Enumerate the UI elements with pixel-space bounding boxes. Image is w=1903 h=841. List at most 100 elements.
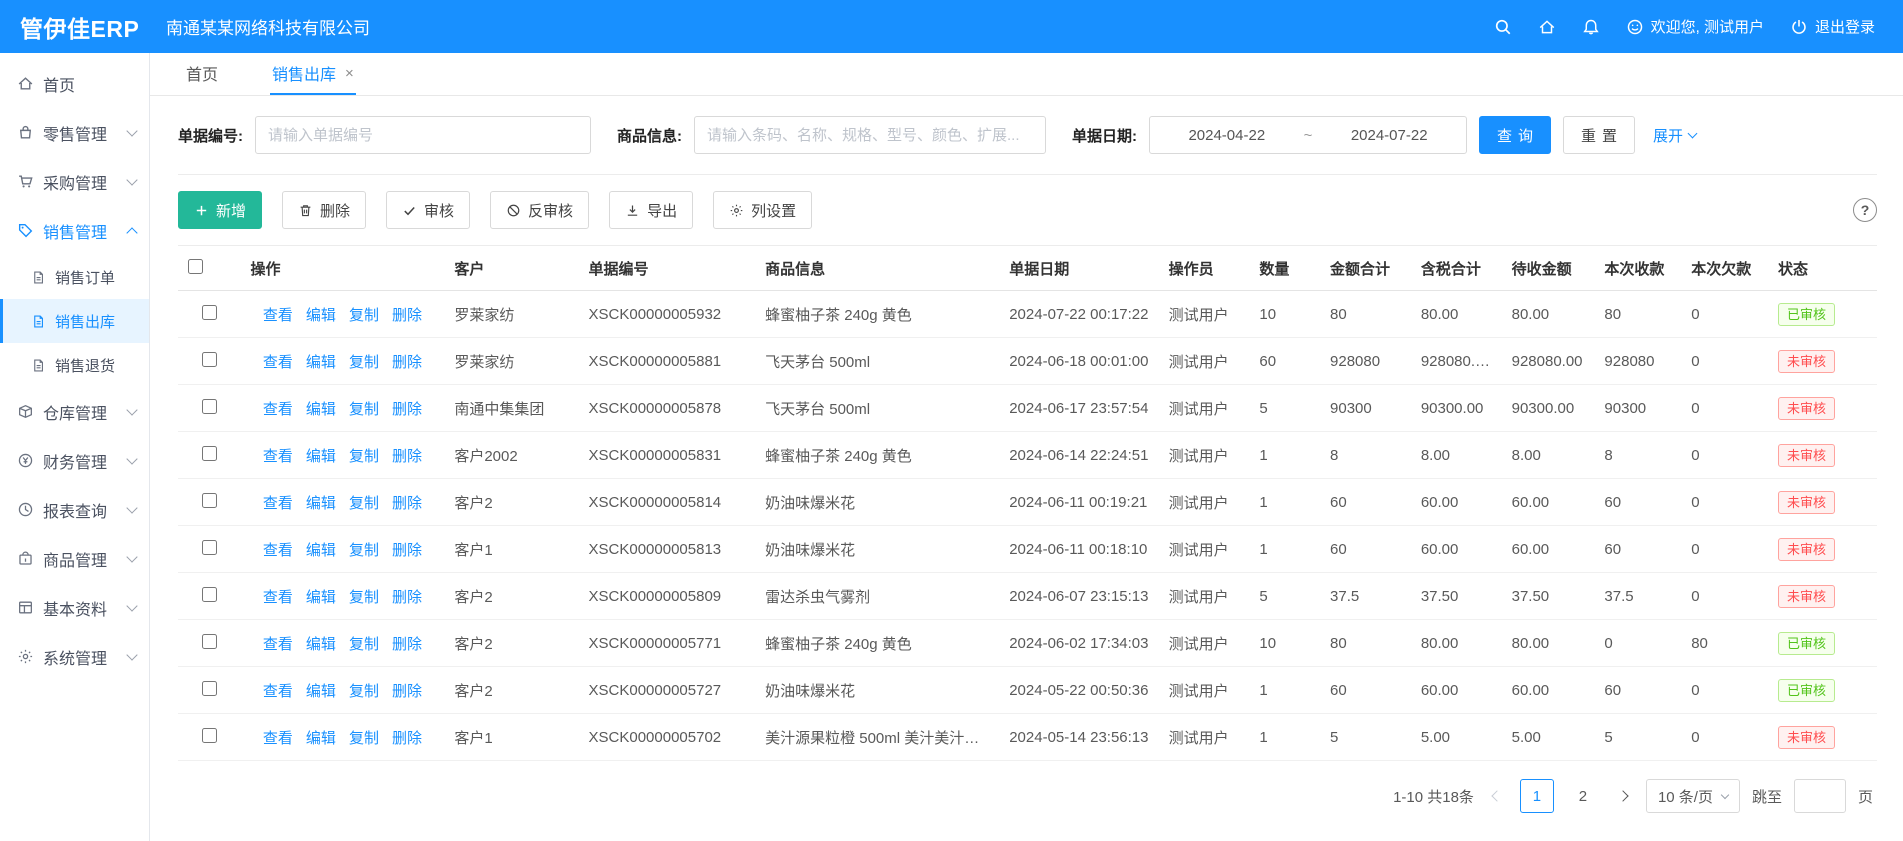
copy-link[interactable]: 复制 [349,304,379,325]
expand-link[interactable]: 展开 [1653,125,1696,146]
sidebar-item-reports[interactable]: 报表查询 [0,485,149,534]
page-size-select[interactable]: 10 条/页 [1646,779,1740,813]
sidebar-item-goods[interactable]: 商品管理 [0,534,149,583]
prev-page-button[interactable] [1486,779,1508,813]
sidebar-item-sales-return[interactable]: 销售退货 [0,343,149,387]
edit-link[interactable]: 编辑 [306,445,336,466]
table-row[interactable]: 查看 编辑 复制 删除 客户2 XSCK00000005771 蜂蜜柚子茶 24… [178,620,1877,667]
table-row[interactable]: 查看 编辑 复制 删除 南通中集集团 XSCK00000005878 飞天茅台 … [178,385,1877,432]
delete-link[interactable]: 删除 [392,633,422,654]
copy-link[interactable]: 复制 [349,633,379,654]
row-checkbox[interactable] [202,681,217,696]
table-row[interactable]: 查看 编辑 复制 删除 客户1 XSCK00000005813 奶油味爆米花 2… [178,526,1877,573]
edit-link[interactable]: 编辑 [306,351,336,372]
jump-page-input[interactable] [1794,779,1846,813]
delete-link[interactable]: 删除 [392,351,422,372]
edit-link[interactable]: 编辑 [306,398,336,419]
audit-button[interactable]: 审核 [386,191,470,229]
view-link[interactable]: 查看 [263,586,293,607]
edit-link[interactable]: 编辑 [306,680,336,701]
edit-link[interactable]: 编辑 [306,727,336,748]
delete-link[interactable]: 删除 [392,680,422,701]
bill-no-input[interactable] [255,116,591,154]
table-row[interactable]: 查看 编辑 复制 删除 客户2 XSCK00000005809 雷达杀虫气雾剂 … [178,573,1877,620]
add-button[interactable]: 新增 [178,191,262,229]
table-row[interactable]: 查看 编辑 复制 删除 客户2 XSCK00000005727 奶油味爆米花 2… [178,667,1877,714]
delete-link[interactable]: 删除 [392,304,422,325]
sidebar-item-retail[interactable]: 零售管理 [0,108,149,157]
unaudit-button[interactable]: 反审核 [490,191,589,229]
next-page-button[interactable] [1612,779,1634,813]
sidebar-item-finance[interactable]: 财务管理 [0,436,149,485]
copy-link[interactable]: 复制 [349,586,379,607]
view-link[interactable]: 查看 [263,727,293,748]
view-link[interactable]: 查看 [263,633,293,654]
home-icon[interactable] [1538,18,1556,36]
delete-link[interactable]: 删除 [392,398,422,419]
edit-link[interactable]: 编辑 [306,492,336,513]
user-welcome[interactable]: 欢迎您, 测试用户 [1626,16,1764,37]
view-link[interactable]: 查看 [263,351,293,372]
view-link[interactable]: 查看 [263,398,293,419]
page-2-button[interactable]: 2 [1566,779,1600,813]
table-row[interactable]: 查看 编辑 复制 删除 罗莱家纺 XSCK00000005932 蜂蜜柚子茶 2… [178,291,1877,338]
delete-link[interactable]: 删除 [392,727,422,748]
delete-link[interactable]: 删除 [392,445,422,466]
view-link[interactable]: 查看 [263,492,293,513]
copy-link[interactable]: 复制 [349,539,379,560]
bell-icon[interactable] [1582,18,1600,36]
column-settings-button[interactable]: 列设置 [713,191,812,229]
view-link[interactable]: 查看 [263,304,293,325]
search-button[interactable]: 查询 [1479,116,1551,154]
sidebar-item-sales[interactable]: 销售管理 [0,206,149,255]
close-icon[interactable]: × [345,66,354,81]
sidebar-item-warehouse[interactable]: 仓库管理 [0,387,149,436]
product-info-input[interactable] [694,116,1046,154]
tab-sales-outbound[interactable]: 销售出库 × [270,53,356,95]
table-row[interactable]: 查看 编辑 复制 删除 客户2002 XSCK00000005831 蜂蜜柚子茶… [178,432,1877,479]
sidebar-item-basic-data[interactable]: 基本资料 [0,583,149,632]
row-checkbox[interactable] [202,634,217,649]
row-checkbox[interactable] [202,587,217,602]
view-link[interactable]: 查看 [263,445,293,466]
sidebar-item-system[interactable]: 系统管理 [0,632,149,681]
table-row[interactable]: 查看 编辑 复制 删除 客户1 XSCK00000005702 美汁源果粒橙 5… [178,714,1877,761]
sidebar-item-purchase[interactable]: 采购管理 [0,157,149,206]
copy-link[interactable]: 复制 [349,492,379,513]
row-checkbox[interactable] [202,352,217,367]
copy-link[interactable]: 复制 [349,727,379,748]
copy-link[interactable]: 复制 [349,680,379,701]
row-checkbox[interactable] [202,728,217,743]
edit-link[interactable]: 编辑 [306,586,336,607]
view-link[interactable]: 查看 [263,680,293,701]
help-icon[interactable]: ? [1853,198,1877,222]
page-1-button[interactable]: 1 [1520,779,1554,813]
edit-link[interactable]: 编辑 [306,304,336,325]
reset-button[interactable]: 重置 [1563,116,1635,154]
delete-button[interactable]: 删除 [282,191,366,229]
export-button[interactable]: 导出 [609,191,693,229]
copy-link[interactable]: 复制 [349,398,379,419]
select-all-checkbox[interactable] [188,259,203,274]
delete-link[interactable]: 删除 [392,539,422,560]
row-checkbox[interactable] [202,446,217,461]
view-link[interactable]: 查看 [263,539,293,560]
row-checkbox[interactable] [202,540,217,555]
search-icon[interactable] [1494,18,1512,36]
row-checkbox[interactable] [202,493,217,508]
edit-link[interactable]: 编辑 [306,633,336,654]
row-checkbox[interactable] [202,399,217,414]
sidebar-item-sales-outbound[interactable]: 销售出库 [0,299,149,343]
delete-link[interactable]: 删除 [392,492,422,513]
row-checkbox[interactable] [202,305,217,320]
delete-link[interactable]: 删除 [392,586,422,607]
sidebar-item-sales-order[interactable]: 销售订单 [0,255,149,299]
logout-button[interactable]: 退出登录 [1790,16,1875,37]
tab-home[interactable]: 首页 [184,53,220,95]
table-row[interactable]: 查看 编辑 复制 删除 罗莱家纺 XSCK00000005881 飞天茅台 50… [178,338,1877,385]
copy-link[interactable]: 复制 [349,351,379,372]
copy-link[interactable]: 复制 [349,445,379,466]
date-range-picker[interactable]: 2024-04-22 ~ 2024-07-22 [1149,116,1467,154]
sidebar-item-home[interactable]: 首页 [0,59,149,108]
table-row[interactable]: 查看 编辑 复制 删除 客户2 XSCK00000005814 奶油味爆米花 2… [178,479,1877,526]
